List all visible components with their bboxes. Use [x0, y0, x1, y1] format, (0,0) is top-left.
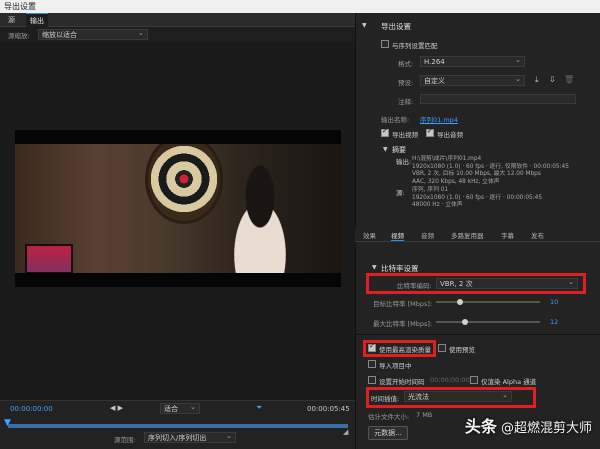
watermark: 头条 @超燃混剪大师: [465, 413, 592, 437]
delete-preset-icon[interactable]: 🗑: [564, 75, 574, 84]
target-bitrate-slider[interactable]: [457, 299, 463, 305]
output-name-label: 输出名称:: [381, 116, 410, 124]
preset-label: 预设:: [398, 79, 414, 87]
max-bitrate-slider[interactable]: [462, 319, 468, 325]
summary-source-line: 序列, 序列 01: [412, 187, 449, 193]
format-label: 格式:: [398, 60, 414, 68]
max-bitrate-label: 最大比特率 [Mbps]:: [373, 320, 433, 328]
max-bitrate-track: [436, 321, 540, 323]
match-sequence-checkbox[interactable]: [381, 40, 389, 48]
target-bitrate-label: 目标比特率 [Mbps]:: [373, 300, 433, 308]
person-image: [215, 164, 305, 273]
tab-video[interactable]: 视频: [391, 230, 404, 241]
tab-captions[interactable]: 字幕: [501, 230, 514, 240]
video-frame: [15, 144, 341, 273]
summary-output-label: 输出:: [396, 158, 412, 166]
max-render-quality-label: 使用最高渲染质量: [379, 346, 431, 354]
window-title: 导出设置: [0, 0, 600, 13]
source-scaling-row: 源缩放: 缩放以适合: [0, 28, 355, 42]
output-name-link[interactable]: 序列01.mp4: [420, 114, 458, 124]
summary-title: 摘要: [392, 146, 406, 154]
export-audio-label: 导出音频: [437, 131, 463, 139]
summary-output-line: AAC, 320 Kbps, 48 kHz, 立体声: [412, 178, 500, 185]
time-interp-label: 时间插值:: [371, 395, 400, 403]
summary-source-label: 源:: [396, 189, 405, 197]
tab-multiplexer[interactable]: 多路复用器: [451, 230, 484, 240]
save-preset-icon[interactable]: ⤓: [535, 75, 539, 85]
source-range-label: 源范围:: [114, 436, 136, 444]
video-preview: [15, 130, 341, 287]
match-sequence-label: 与序列设置匹配: [392, 42, 438, 50]
import-preset-icon[interactable]: ⇩: [549, 75, 556, 84]
out-point-handle[interactable]: ◢: [343, 428, 348, 436]
divider: [355, 334, 600, 335]
in-timecode: 00:00:00:00: [10, 405, 53, 413]
tab-publish[interactable]: 发布: [531, 230, 544, 240]
out-timecode: 00:00:05:45: [307, 405, 350, 413]
source-scaling-label: 源缩放:: [8, 32, 30, 40]
source-range-dropdown[interactable]: 序列切入/序列切出: [144, 431, 236, 443]
summary-source-line: 1920x1080 (1.0) · 60 fps · 逐行 · 00:00:05…: [412, 194, 543, 201]
watermark-prefix: 头条: [464, 417, 497, 436]
import-project-label: 导入项目中: [379, 362, 412, 370]
tab-output[interactable]: 输出: [26, 13, 48, 27]
start-tc-value: 00;00;00;00: [430, 376, 470, 384]
timeline-track[interactable]: [8, 424, 348, 428]
tab-audio[interactable]: 音频: [421, 230, 434, 240]
summary-source-line: 48000 Hz · 立体声: [412, 202, 463, 208]
export-video-checkbox[interactable]: [381, 129, 389, 137]
mark-in-icon[interactable]: ◀ ▶: [110, 404, 123, 412]
time-interp-dropdown[interactable]: 光流法: [404, 390, 512, 402]
use-preview-checkbox[interactable]: [438, 344, 446, 352]
in-point-handle[interactable]: ▼: [4, 418, 11, 428]
fit-dropdown[interactable]: 适合: [160, 402, 200, 414]
bitrate-encoding-label: 比特率编码:: [397, 282, 432, 290]
metadata-button[interactable]: 元数据...: [368, 426, 408, 440]
format-dropdown[interactable]: H.264: [420, 55, 525, 67]
est-size-label: 估计文件大小:: [368, 413, 410, 421]
target-bitrate-track: [436, 301, 540, 303]
set-start-tc-checkbox[interactable]: [368, 376, 376, 384]
preset-dropdown[interactable]: 自定义: [420, 74, 525, 86]
dartboard-image: [145, 144, 223, 224]
settings-tabs: 效果 视频 音频 多路复用器 字幕 发布: [355, 228, 600, 242]
comment-input[interactable]: [420, 94, 576, 104]
playhead-icon[interactable]: ⏷: [256, 403, 262, 413]
export-video-label: 导出视频: [392, 131, 418, 139]
use-preview-label: 使用预览: [449, 346, 475, 354]
tv-image: [25, 244, 73, 273]
comment-label: 注释:: [398, 98, 414, 106]
summary-output-line: VBR, 2 次, 目标 10.00 Mbps, 最大 12.00 Mbps: [412, 171, 541, 177]
import-project-checkbox[interactable]: [368, 360, 376, 368]
bitrate-collapse-icon[interactable]: ▼: [372, 264, 377, 271]
render-alpha-label: 仅渲染 Alpha 通道: [481, 378, 537, 386]
left-tab-strip: 源 输出: [0, 13, 355, 27]
summary-output-block: H:\混剪\成片\序列01.mp4 1920x1080 (1.0) · 60 f…: [412, 156, 592, 186]
summary-collapse-icon[interactable]: ▼: [383, 146, 388, 153]
render-alpha-checkbox[interactable]: [470, 376, 478, 384]
target-bitrate-value[interactable]: 10: [550, 298, 558, 306]
watermark-text: @超燃混剪大师: [500, 421, 592, 436]
bitrate-encoding-dropdown[interactable]: VBR, 2 次: [436, 277, 578, 289]
export-section-title: 导出设置: [381, 22, 411, 31]
export-audio-checkbox[interactable]: [426, 129, 434, 137]
collapse-icon[interactable]: ▼: [362, 22, 367, 29]
max-bitrate-value[interactable]: 12: [550, 318, 558, 326]
summary-output-line: 1920x1080 (1.0) · 60 fps · 逐行, 仅限软件 · 00…: [412, 163, 569, 170]
max-render-quality-checkbox[interactable]: [368, 344, 376, 352]
tab-effects[interactable]: 效果: [363, 230, 376, 240]
source-scaling-dropdown[interactable]: 缩放以适合: [38, 28, 148, 40]
set-start-tc-label: 设置开始时间码: [379, 378, 425, 386]
summary-output-line: H:\混剪\成片\序列01.mp4: [412, 156, 482, 162]
tab-source[interactable]: 源: [4, 13, 19, 27]
summary-source-block: 序列, 序列 01 1920x1080 (1.0) · 60 fps · 逐行 …: [412, 187, 592, 210]
est-size-value: 7 MB: [416, 411, 433, 419]
